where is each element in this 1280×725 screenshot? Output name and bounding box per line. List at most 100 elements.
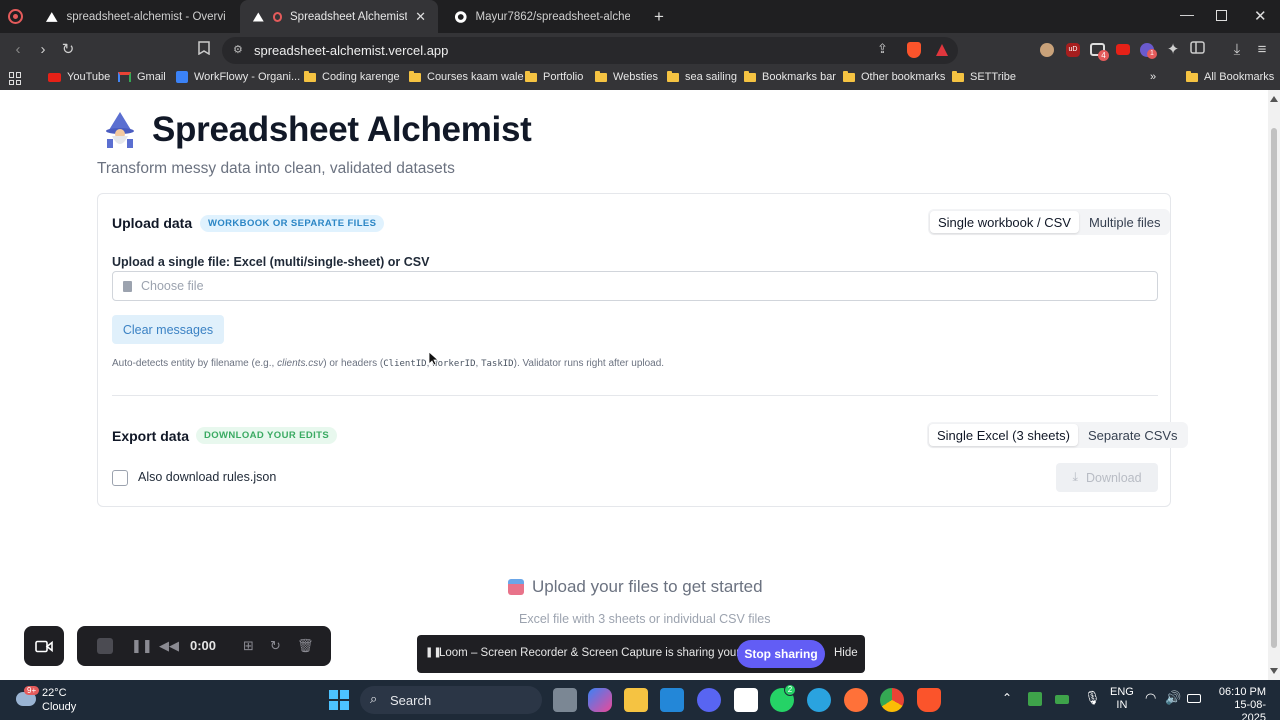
bookmark-gmail[interactable]: Gmail [118,71,166,83]
browser-menu-icon[interactable] [8,9,23,24]
notif-badge: 4 [1098,50,1109,61]
bookmark-label: Portfolio [543,71,584,83]
sidebar-icon[interactable] [1188,41,1206,59]
more-bookmarks-icon[interactable]: » [1150,71,1156,83]
ublock-icon[interactable]: uD [1066,43,1080,57]
brave-rewards-icon[interactable] [935,43,949,57]
scroll-up-icon[interactable] [1270,96,1278,102]
data-card: Upload data WORKBOOK OR SEPARATE FILES S… [97,193,1188,507]
battery-icon[interactable] [1055,695,1069,704]
forward-icon[interactable]: › [34,41,52,59]
youtube-extension-icon[interactable] [1116,44,1130,55]
bookmark-folder-sea-sailing[interactable]: sea sailing [667,70,737,83]
new-tab-icon[interactable]: + [654,7,664,27]
drawing-grid-icon[interactable]: ⊞ [243,637,254,655]
download-button[interactable]: ⤓ Download [1056,463,1158,492]
bookmark-folder-courses[interactable]: Courses kaam wale [409,70,524,83]
share-icon[interactable]: ⇪ [877,41,888,57]
tray-app-icon[interactable] [1028,692,1042,706]
chrome-icon[interactable] [880,688,904,712]
recording-icon [272,11,283,22]
clock[interactable]: 06:10 PM 15-08-2025 [1210,686,1266,725]
bookmark-folder-other[interactable]: Other bookmarks [843,70,945,83]
export-mode-single-excel[interactable]: Single Excel (3 sheets) [929,424,1078,446]
volume-icon[interactable]: 🔊 [1165,690,1181,706]
wifi-icon[interactable]: ◠ [1145,690,1156,706]
hide-banner-button[interactable]: Hide [834,647,858,659]
camera-toggle-button[interactable] [24,626,64,666]
all-bookmarks[interactable]: All Bookmarks [1186,70,1274,83]
tab-vercel-overview[interactable]: spreadsheet-alchemist - Overview – V [33,0,238,33]
upload-mode-multiple[interactable]: Multiple files [1081,211,1169,233]
folder-icon [952,70,964,82]
brave-shields-icon[interactable] [907,42,921,58]
extension-icon[interactable]: 1 [1140,43,1157,59]
page-title: Spreadsheet Alchemist [152,110,532,149]
restart-icon[interactable]: ↻ [270,637,281,655]
firefox-icon[interactable] [844,688,868,712]
scroll-thumb[interactable] [1271,128,1277,648]
bookmark-workflowy[interactable]: WorkFlowy - Organi... [176,71,300,83]
site-info-icon[interactable]: ⚙ [233,43,243,56]
rules-json-checkbox[interactable] [112,470,128,486]
bookmark-folder-bookmarks-bar[interactable]: Bookmarks bar [744,70,836,83]
tab-spreadsheet-alchemist[interactable]: Spreadsheet Alchemist ✕ [240,0,438,33]
page-scrollbar[interactable] [1268,90,1280,680]
address-bar[interactable]: ⚙ spreadsheet-alchemist.vercel.app ⇪ [222,37,958,64]
extensions-puzzle-icon[interactable]: ✦ [1164,41,1182,59]
battery-tray-icon[interactable] [1187,694,1201,703]
taskbar-search[interactable]: ⌕ Search [360,686,542,714]
back-icon[interactable]: ‹ [9,41,27,59]
stop-recording-icon[interactable] [97,638,113,654]
hint-example: clients.csv [277,358,324,369]
close-window-icon[interactable]: ✕ [1254,7,1267,25]
telegram-icon[interactable] [807,688,831,712]
folder-icon [525,70,537,82]
vscode-icon[interactable] [660,688,684,712]
menu-icon[interactable]: ≡ [1253,41,1271,59]
bookmark-folder-coding[interactable]: Coding karenge [304,70,400,83]
folder-icon [409,70,421,82]
bookmark-folder-settribe[interactable]: SETTribe [952,70,1016,83]
discord-icon[interactable] [697,688,721,712]
scroll-down-icon[interactable] [1270,668,1278,674]
bookmark-icon[interactable] [195,41,213,59]
whatsapp-icon[interactable]: 2 [770,684,796,712]
minimize-icon[interactable]: — [1180,6,1194,22]
stop-sharing-button[interactable]: Stop sharing [737,640,825,668]
bookmark-folder-websties[interactable]: Websties [595,70,658,83]
notion-icon[interactable] [734,688,758,712]
weather-desc: Cloudy [42,701,77,713]
workflowy-icon [176,71,188,83]
language-indicator[interactable]: ENG IN [1110,686,1134,712]
extension-badge: 1 [1147,49,1157,59]
whatsapp-badge: 2 [784,684,796,696]
pause-icon[interactable]: ❚❚ [131,637,153,655]
clear-messages-button[interactable]: Clear messages [112,315,224,344]
extension-notif-icon[interactable]: 4 [1090,43,1109,61]
bookmark-folder-portfolio[interactable]: Portfolio [525,70,584,83]
tray-chevron-icon[interactable]: ⌃ [1002,691,1012,705]
apps-grid-icon[interactable] [9,72,22,85]
tab-github[interactable]: Mayur7862/spreadsheet-alchemist [442,0,642,33]
extension-avatar-icon[interactable] [1040,43,1054,57]
brave-taskbar-icon[interactable] [917,688,941,712]
download-icon[interactable]: ⤓ [1228,41,1246,59]
task-view-icon[interactable] [553,688,577,712]
upload-mode-single[interactable]: Single workbook / CSV [930,211,1079,233]
close-tab-icon[interactable]: ✕ [415,9,426,25]
export-mode-separate-csvs[interactable]: Separate CSVs [1080,424,1186,446]
delete-icon[interactable]: 🗑 [297,637,314,655]
maximize-icon[interactable] [1216,10,1227,21]
bookmark-youtube[interactable]: YouTube [48,71,110,83]
reload-icon[interactable]: ↻ [59,41,77,59]
file-input[interactable]: Choose file [112,271,1158,301]
microphone-icon[interactable]: 🎙 [1084,690,1101,706]
rewind-icon[interactable]: ◀◀ [159,637,179,655]
start-windows-icon[interactable] [329,690,349,710]
youtube-icon [48,72,61,82]
page-content: Spreadsheet Alchemist Transform messy da… [0,90,1268,680]
copilot-icon[interactable] [588,688,612,712]
file-explorer-icon[interactable] [624,688,648,712]
weather-widget[interactable]: 9+ 22°C Cloudy [14,685,84,715]
